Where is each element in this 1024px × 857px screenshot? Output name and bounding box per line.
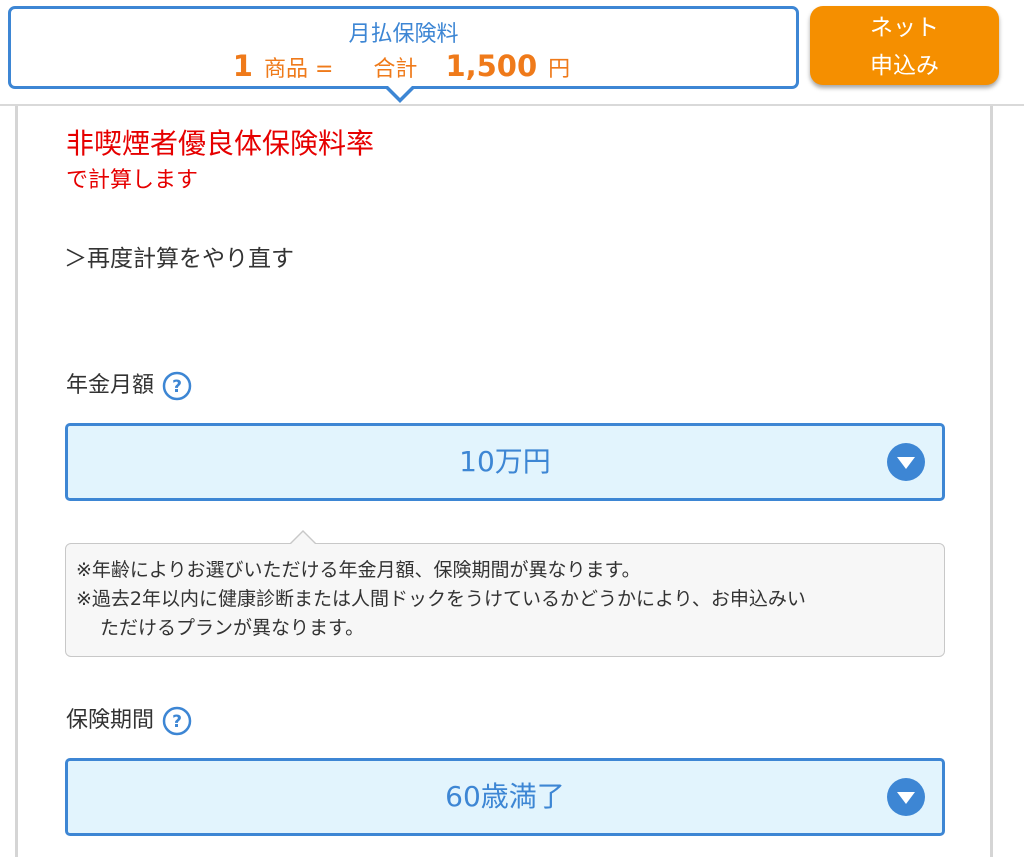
pension-monthly-label: 年金月額 ?: [66, 371, 192, 401]
note-line: ※過去2年以内に健康診断または人間ドックをうけているかどうかにより、お申込みい: [76, 588, 806, 610]
net-apply-button[interactable]: ネット 申込み: [810, 6, 999, 85]
svg-text:?: ?: [172, 377, 182, 397]
total-amount: 1,500: [445, 49, 538, 83]
insurance-period-select[interactable]: 60歳満了: [65, 758, 945, 836]
product-count-unit: 商品 =: [263, 57, 334, 82]
pension-monthly-label-text: 年金月額: [66, 373, 155, 398]
total-unit: 円: [548, 57, 571, 82]
pension-note-box: ※年齢によりお選びいただける年金月額、保険期間が異なります。 ※過去2年以内に健…: [65, 530, 945, 657]
apply-button-line1: ネット: [870, 15, 939, 41]
insurance-period-label-text: 保険期間: [66, 708, 155, 733]
calculator-panel: 非喫煙者優良体保険料率 で計算します ＞再度計算をやり直す 年金月額 ? 10万…: [15, 106, 993, 857]
monthly-premium-title: 月払保険料: [348, 22, 459, 47]
rate-notice-subtitle: で計算します: [66, 168, 199, 193]
total-label: 合計: [373, 57, 418, 82]
note-line: ただけるプランが異なります。: [100, 617, 365, 639]
apply-button-line2: 申込み: [870, 53, 939, 79]
question-circle-icon[interactable]: ?: [162, 706, 192, 736]
recalculate-link[interactable]: ＞再度計算をやり直す: [64, 244, 294, 274]
product-count: 1: [232, 49, 253, 83]
note-line: ※年齢によりお選びいただける年金月額、保険期間が異なります。: [76, 559, 641, 581]
pension-monthly-value: 10万円: [459, 445, 551, 478]
insurance-period-value: 60歳満了: [445, 780, 565, 813]
pension-monthly-select[interactable]: 10万円: [65, 423, 945, 501]
chevron-down-circle-icon: [887, 778, 925, 816]
chevron-down-circle-icon: [887, 443, 925, 481]
monthly-premium-box: 月払保険料 1 商品 = 合計 1,500 円: [8, 6, 799, 103]
rate-notice-title: 非喫煙者優良体保険料率: [66, 127, 375, 160]
question-circle-icon[interactable]: ?: [162, 371, 192, 401]
premium-total-row: 1 商品 = 合計 1,500 円: [11, 49, 796, 87]
insurance-period-label: 保険期間 ?: [66, 706, 192, 736]
premium-summary-bar: 月払保険料 1 商品 = 合計 1,500 円 ネット 申込み: [0, 0, 1024, 106]
svg-text:?: ?: [172, 712, 182, 732]
